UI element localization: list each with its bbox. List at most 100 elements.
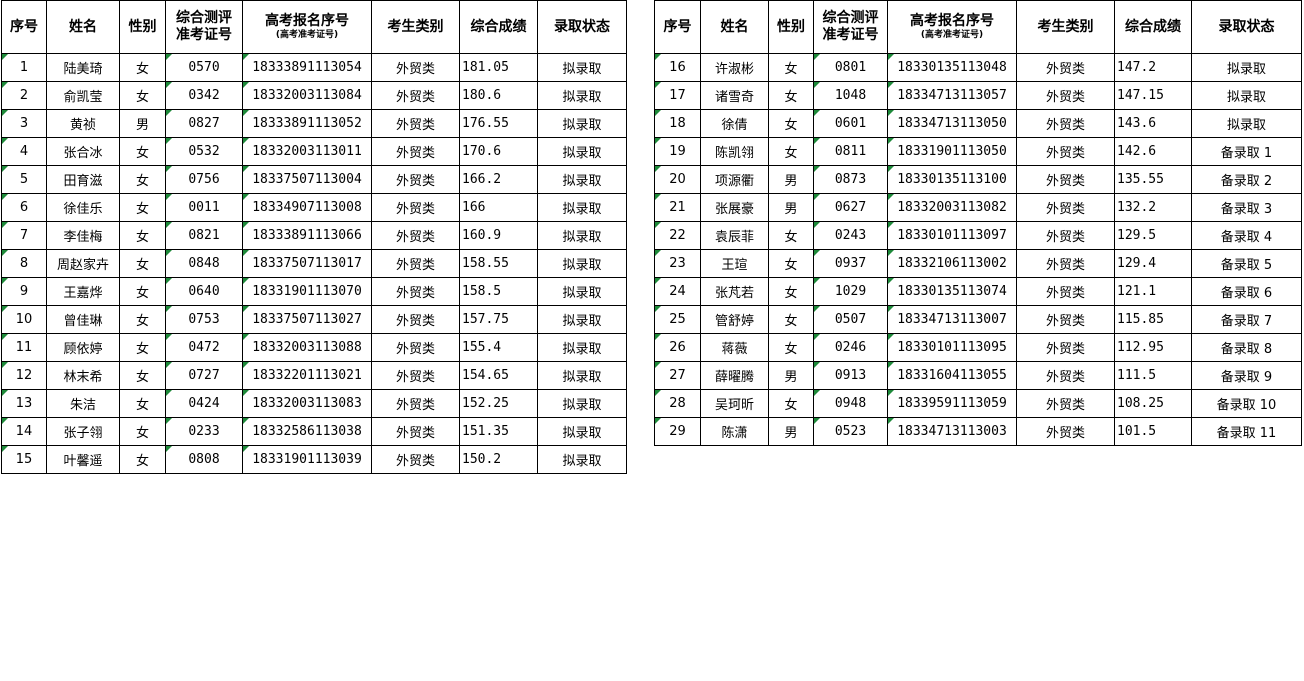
header-gaokao-id-sub: (高考准考证号) xyxy=(920,30,984,40)
cell-gaokao-id: 18330135113100 xyxy=(887,165,1017,194)
cell-seq: 15 xyxy=(1,445,47,474)
table-row: 29 陈潇男 0523 18334713113003 外贸类 101.5 备录取 11 xyxy=(654,417,1302,446)
cell-gender: 女 xyxy=(768,109,814,138)
cell-name: 李佳梅 xyxy=(46,221,120,250)
cell-score: 176.55 xyxy=(459,109,538,138)
header-seq: 序号 xyxy=(1,0,47,54)
header-gaokao-id: 高考报名序号 (高考准考证号) xyxy=(887,0,1017,54)
cell-gender: 女 xyxy=(119,277,166,306)
table-row: 14 张子翎女 0233 18332586113038 外贸类 151.35 拟录取 xyxy=(1,417,627,446)
cell-status: 拟录取 xyxy=(537,109,627,138)
table-row: 17 诸雪奇女 1048 18334713113057 外贸类 147.15 拟录取 xyxy=(654,81,1302,110)
cell-score: 166.2 xyxy=(459,165,538,194)
cell-seq: 18 xyxy=(654,109,701,138)
header-gaokao-id-sub: (高考准考证号) xyxy=(275,30,339,40)
table-row: 27 薛曜腾男 0913 18331604113055 外贸类 111.5 备录取 9 xyxy=(654,361,1302,390)
cell-name: 徐倩 xyxy=(700,109,769,138)
cell-exam-id: 0627 xyxy=(813,193,888,222)
cell-score: 157.75 xyxy=(459,305,538,334)
cell-seq: 12 xyxy=(1,361,47,390)
cell-seq: 3 xyxy=(1,109,47,138)
cell-score: 151.35 xyxy=(459,417,538,446)
cell-gender: 女 xyxy=(768,53,814,82)
table-row: 21 张展豪男 0627 18332003113082 外贸类 132.2 备录取 3 xyxy=(654,193,1302,222)
cell-gaokao-id: 18339591113059 xyxy=(887,389,1017,418)
cell-exam-id: 0233 xyxy=(165,417,243,446)
cell-category: 外贸类 xyxy=(1016,417,1115,446)
cell-exam-id: 0827 xyxy=(165,109,243,138)
header-score: 综合成绩 xyxy=(1114,0,1192,54)
cell-category: 外贸类 xyxy=(371,333,460,362)
cell-status: 拟录取 xyxy=(537,305,627,334)
cell-category: 外贸类 xyxy=(1016,81,1115,110)
cell-category: 外贸类 xyxy=(1016,165,1115,194)
header-score: 综合成绩 xyxy=(459,0,538,54)
header-gender: 性别 xyxy=(119,0,166,54)
cell-name: 曾佳琳 xyxy=(46,305,120,334)
cell-exam-id: 1029 xyxy=(813,277,888,306)
table-row: 18 徐倩女 0601 18334713113050 外贸类 143.6 拟录取 xyxy=(654,109,1302,138)
header-row: 序号 姓名 性别 综合测评 准考证号 高考报名序号 (高考准考证号) 考生类别 综… xyxy=(654,0,1302,54)
cell-exam-id: 0507 xyxy=(813,305,888,334)
cell-category: 外贸类 xyxy=(371,277,460,306)
cell-gaokao-id: 18330101113095 xyxy=(887,333,1017,362)
table-row: 3 黄祯男 0827 18333891113052 外贸类 176.55 拟录取 xyxy=(1,109,627,138)
cell-score: 166 xyxy=(459,193,538,222)
cell-gaokao-id: 18337507113027 xyxy=(242,305,372,334)
admission-table-right: 序号 姓名 性别 综合测评 准考证号 高考报名序号 (高考准考证号) 考生类别 综… xyxy=(654,0,1302,446)
cell-name: 张芃若 xyxy=(700,277,769,306)
cell-exam-id: 0640 xyxy=(165,277,243,306)
table-row: 28 吴珂昕女 0948 18339591113059 外贸类 108.25 备录取 10 xyxy=(654,389,1302,418)
cell-name: 俞凯莹 xyxy=(46,81,120,110)
cell-status: 拟录取 xyxy=(537,53,627,82)
cell-gaokao-id: 18332003113088 xyxy=(242,333,372,362)
header-name: 姓名 xyxy=(46,0,120,54)
cell-gaokao-id: 18330135113074 xyxy=(887,277,1017,306)
cell-gender: 男 xyxy=(768,361,814,390)
cell-status: 备录取 9 xyxy=(1191,361,1302,390)
cell-gaokao-id: 18332003113011 xyxy=(242,137,372,166)
cell-seq: 16 xyxy=(654,53,701,82)
cell-exam-id: 0523 xyxy=(813,417,888,446)
cell-gaokao-id: 18337507113017 xyxy=(242,249,372,278)
cell-seq: 21 xyxy=(654,193,701,222)
cell-score: 112.95 xyxy=(1114,333,1192,362)
cell-gender: 女 xyxy=(119,333,166,362)
cell-category: 外贸类 xyxy=(371,53,460,82)
cell-seq: 1 xyxy=(1,53,47,82)
cell-status: 备录取 2 xyxy=(1191,165,1302,194)
cell-exam-id: 0801 xyxy=(813,53,888,82)
cell-status: 拟录取 xyxy=(537,165,627,194)
cell-status: 拟录取 xyxy=(1191,109,1302,138)
cell-name: 王瑄 xyxy=(700,249,769,278)
cell-seq: 2 xyxy=(1,81,47,110)
cell-name: 黄祯 xyxy=(46,109,120,138)
cell-gaokao-id: 18332586113038 xyxy=(242,417,372,446)
header-exam-id: 综合测评 准考证号 xyxy=(165,0,243,54)
cell-status: 备录取 4 xyxy=(1191,221,1302,250)
cell-gaokao-id: 18330101113097 xyxy=(887,221,1017,250)
cell-category: 外贸类 xyxy=(371,81,460,110)
cell-status: 备录取 8 xyxy=(1191,333,1302,362)
table-row: 2 俞凯莹女 0342 18332003113084 外贸类 180.6 拟录取 xyxy=(1,81,627,110)
cell-status: 拟录取 xyxy=(537,277,627,306)
cell-name: 薛曜腾 xyxy=(700,361,769,390)
cell-gender: 女 xyxy=(119,53,166,82)
table-body-left: 1 陆美琦女 0570 18333891113054 外贸类 181.05 拟录取 2 俞凯莹女… xyxy=(1,53,627,474)
cell-category: 外贸类 xyxy=(371,137,460,166)
header-exam-id-label: 综合测评 准考证号 xyxy=(822,10,879,43)
cell-gender: 男 xyxy=(768,193,814,222)
cell-score: 160.9 xyxy=(459,221,538,250)
cell-score: 181.05 xyxy=(459,53,538,82)
header-category: 考生类别 xyxy=(371,0,460,54)
cell-category: 外贸类 xyxy=(1016,249,1115,278)
cell-gender: 女 xyxy=(119,81,166,110)
cell-status: 拟录取 xyxy=(537,249,627,278)
cell-gender: 男 xyxy=(768,417,814,446)
cell-exam-id: 0937 xyxy=(813,249,888,278)
cell-seq: 24 xyxy=(654,277,701,306)
cell-gender: 女 xyxy=(119,389,166,418)
table-row: 22 袁辰菲女 0243 18330101113097 外贸类 129.5 备录取 4 xyxy=(654,221,1302,250)
cell-gender: 女 xyxy=(768,81,814,110)
cell-status: 拟录取 xyxy=(537,137,627,166)
